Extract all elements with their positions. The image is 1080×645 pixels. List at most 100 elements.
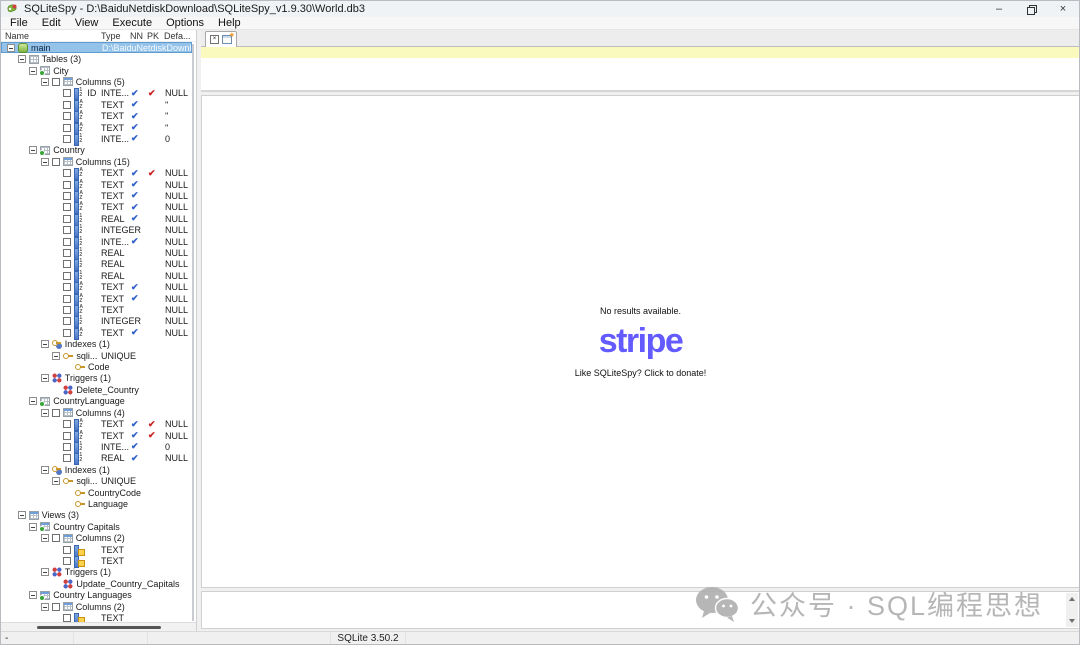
tree-row[interactable]: INTE...✔NULL — [1, 236, 192, 247]
row-checkbox[interactable] — [63, 89, 71, 97]
sql-editor[interactable] — [201, 47, 1079, 92]
row-checkbox[interactable] — [63, 272, 71, 280]
scroll-down-icon[interactable] — [1069, 619, 1075, 623]
tree-row[interactable]: Country — [1, 145, 192, 156]
tree-row[interactable]: Columns (2) — [1, 532, 192, 543]
row-checkbox[interactable] — [63, 329, 71, 337]
expand-collapse-toggle[interactable] — [52, 477, 60, 485]
donate-text[interactable]: Like SQLiteSpy? Click to donate! — [575, 368, 707, 378]
expand-collapse-toggle[interactable] — [41, 374, 49, 382]
tree-row[interactable]: REALNULL — [1, 259, 192, 270]
tree-row[interactable]: Triggers (1) — [1, 373, 192, 384]
tree-column-headers[interactable]: Name Type NN PK Defa... — [1, 30, 196, 42]
expand-collapse-toggle[interactable] — [7, 44, 15, 52]
row-checkbox[interactable] — [63, 226, 71, 234]
tree-row[interactable]: Country Languages — [1, 590, 192, 601]
row-checkbox[interactable] — [63, 614, 71, 622]
tree-row[interactable]: sqli...UNIQUE — [1, 350, 192, 361]
tree-row[interactable]: TEXT✔✔NULL — [1, 418, 192, 429]
row-checkbox[interactable] — [63, 454, 71, 462]
expand-collapse-toggle[interactable] — [41, 409, 49, 417]
row-checkbox[interactable] — [63, 443, 71, 451]
tree-row[interactable]: Code — [1, 361, 192, 372]
tree-row[interactable]: Country Capitals — [1, 521, 192, 532]
header-type[interactable]: Type — [101, 31, 121, 41]
minimize-button[interactable]: – — [983, 1, 1015, 17]
tab-close-icon[interactable]: × — [210, 35, 219, 44]
row-checkbox[interactable] — [63, 181, 71, 189]
row-checkbox[interactable] — [63, 295, 71, 303]
tree-row[interactable]: Delete_Country — [1, 384, 192, 395]
tree-row[interactable]: TEXTNULL — [1, 304, 192, 315]
tree-row[interactable]: CountryLanguage — [1, 396, 192, 407]
row-checkbox[interactable] — [63, 432, 71, 440]
maximize-restore-button[interactable] — [1015, 1, 1047, 17]
expand-collapse-toggle[interactable] — [29, 67, 37, 75]
row-checkbox[interactable] — [63, 203, 71, 211]
expand-collapse-toggle[interactable] — [18, 55, 26, 63]
expand-collapse-toggle[interactable] — [41, 78, 49, 86]
row-checkbox[interactable] — [63, 283, 71, 291]
menu-item-options[interactable]: Options — [159, 17, 211, 30]
expand-collapse-toggle[interactable] — [52, 352, 60, 360]
menu-item-execute[interactable]: Execute — [105, 17, 159, 30]
expand-collapse-toggle[interactable] — [41, 340, 49, 348]
expand-collapse-toggle[interactable] — [29, 591, 37, 599]
tree-row[interactable]: Columns (15) — [1, 156, 192, 167]
row-checkbox[interactable] — [63, 101, 71, 109]
expand-collapse-toggle[interactable] — [41, 603, 49, 611]
menu-item-edit[interactable]: Edit — [35, 17, 68, 30]
tree-row[interactable]: TEXT✔NULL — [1, 293, 192, 304]
tree-row[interactable]: INTEGERNULL — [1, 316, 192, 327]
tree-row[interactable]: TEXT✔NULL — [1, 179, 192, 190]
expand-collapse-toggle[interactable] — [29, 146, 37, 154]
tree-row[interactable]: TEXT✔'' — [1, 99, 192, 110]
tree-row[interactable]: TEXT✔✔NULL — [1, 167, 192, 178]
tree-vertical-scrollbar[interactable] — [192, 44, 194, 621]
tree-row[interactable]: City — [1, 65, 192, 76]
expand-collapse-toggle[interactable] — [18, 511, 26, 519]
tree-row[interactable]: TEXT✔NULL — [1, 327, 192, 338]
tree-row[interactable]: INTE...✔0 — [1, 441, 192, 452]
tree-row[interactable]: Views (3) — [1, 510, 192, 521]
row-checkbox[interactable] — [63, 260, 71, 268]
sql-editor-tab[interactable]: × ★ — [205, 31, 237, 47]
row-checkbox[interactable] — [63, 557, 71, 565]
expand-collapse-toggle[interactable] — [29, 523, 37, 531]
row-checkbox[interactable] — [63, 238, 71, 246]
row-checkbox[interactable] — [63, 169, 71, 177]
tree-row[interactable]: REALNULL — [1, 270, 192, 281]
tree-row[interactable]: TEXT✔'' — [1, 122, 192, 133]
tree-row[interactable]: Columns (4) — [1, 407, 192, 418]
tree-row[interactable]: TEXT✔NULL — [1, 282, 192, 293]
tree-row[interactable]: IDINTE...✔✔NULL — [1, 88, 192, 99]
editor-current-line[interactable] — [201, 47, 1079, 58]
header-default[interactable]: Defa... — [164, 31, 191, 41]
row-checkbox[interactable] — [63, 546, 71, 554]
tree-row[interactable]: TEXT✔NULL — [1, 190, 192, 201]
tree-row[interactable]: Indexes (1) — [1, 464, 192, 475]
row-checkbox[interactable] — [52, 603, 60, 611]
header-name[interactable]: Name — [5, 31, 29, 41]
row-checkbox[interactable] — [52, 534, 60, 542]
tree-row[interactable]: INTEGERNULL — [1, 225, 192, 236]
expand-collapse-toggle[interactable] — [41, 466, 49, 474]
menu-item-file[interactable]: File — [3, 17, 35, 30]
tree-row[interactable]: REAL✔NULL — [1, 213, 192, 224]
close-button[interactable]: × — [1047, 1, 1079, 17]
tree-row[interactable]: REALNULL — [1, 247, 192, 258]
row-checkbox[interactable] — [63, 112, 71, 120]
row-checkbox[interactable] — [63, 192, 71, 200]
scrollbar-thumb[interactable] — [37, 626, 161, 629]
header-nn[interactable]: NN — [130, 31, 143, 41]
tree-row[interactable]: TEXT✔'' — [1, 110, 192, 121]
tree-row[interactable]: TEXT✔NULL — [1, 202, 192, 213]
tree-row[interactable]: Columns (2) — [1, 601, 192, 612]
tree-row[interactable]: mainD:\BaiduNetdiskDownload\ — [1, 42, 192, 53]
row-checkbox[interactable] — [63, 249, 71, 257]
tree-row[interactable]: REAL✔NULL — [1, 453, 192, 464]
tree-row[interactable]: TEXT — [1, 612, 192, 622]
menu-item-help[interactable]: Help — [211, 17, 248, 30]
row-checkbox[interactable] — [52, 409, 60, 417]
tree-row[interactable]: Columns (5) — [1, 76, 192, 87]
